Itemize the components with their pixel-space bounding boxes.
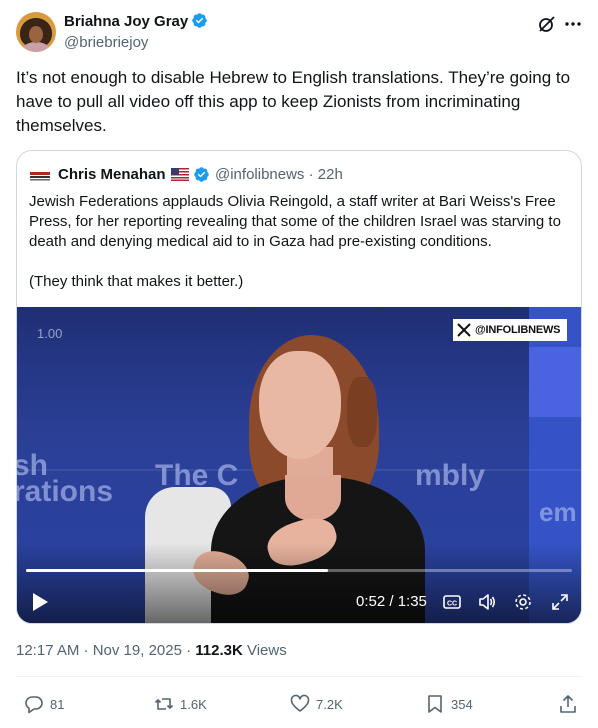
avatar-shoulder (22, 42, 50, 52)
tweet-meta: 12:17 AM · Nov 19, 2025 · 112.3K Views (16, 641, 287, 661)
author-avatar[interactable] (16, 12, 56, 52)
views-count: 112.3K (195, 642, 243, 659)
video-player[interactable]: sh rations The C mbly em 1.00 @INFOLIBNE… (17, 307, 581, 623)
quoted-paragraph: Jewish Federations applauds Olivia Reing… (29, 193, 561, 250)
share-icon (560, 695, 576, 713)
share-button[interactable] (558, 694, 578, 714)
author-name[interactable]: Briahna Joy Gray (64, 13, 188, 30)
repost-button[interactable]: 1.6K (154, 694, 207, 714)
fullscreen-icon[interactable] (550, 592, 570, 612)
repost-count: 1.6K (180, 696, 207, 712)
video-progress-bar[interactable] (26, 569, 572, 572)
avatar-face (29, 26, 43, 43)
reply-count: 81 (50, 696, 65, 712)
settings-gear-icon[interactable] (513, 592, 533, 612)
video-person-neckline (285, 475, 341, 521)
quoted-tweet[interactable]: Chris Menahan @infolibnews · 22h Jewish … (16, 150, 582, 624)
verified-badge-icon (192, 13, 207, 28)
divider (16, 676, 582, 677)
author-name-row[interactable]: Briahna Joy Gray (64, 12, 208, 32)
more-options-icon[interactable] (563, 14, 583, 34)
video-background-text: mbly (415, 459, 486, 492)
x-logo-icon (457, 323, 471, 337)
bookmark-button[interactable]: 354 (425, 694, 473, 714)
captions-icon[interactable]: CC (442, 592, 462, 612)
video-speed-label: 1.00 (37, 326, 63, 341)
quoted-avatar[interactable] (29, 167, 51, 185)
grok-icon[interactable] (537, 14, 557, 34)
video-background-screen-highlight (529, 347, 581, 417)
video-watermark: @INFOLIBNEWS (453, 319, 567, 341)
play-icon[interactable] (31, 592, 49, 612)
views-label: Views (242, 642, 287, 659)
us-flag-icon (171, 168, 189, 181)
reply-icon (25, 696, 43, 714)
quoted-paragraph: (They think that makes it better.) (29, 273, 244, 290)
svg-text:CC: CC (447, 601, 457, 608)
volume-icon[interactable] (477, 592, 497, 612)
tweet-text: It’s not enough to disable Hebrew to Eng… (16, 68, 571, 135)
video-progress-fill (26, 569, 329, 572)
like-count: 7.2K (316, 696, 343, 712)
tweet: Briahna Joy Gray @briebriejoy It’s not e… (0, 0, 598, 728)
quoted-handle-time[interactable]: @infolibnews · 22h (215, 164, 343, 186)
tweet-timestamp[interactable]: 12:17 AM · Nov 19, 2025 · (16, 642, 195, 659)
video-time: 0:52 / 1:35 (356, 593, 427, 610)
author-handle[interactable]: @briebriejoy (64, 33, 148, 53)
bookmark-count: 354 (451, 696, 473, 712)
video-watermark-text: @INFOLIBNEWS (475, 324, 561, 336)
video-person-ponytail (347, 377, 377, 447)
reply-button[interactable]: 81 (24, 694, 64, 714)
like-button[interactable]: 7.2K (290, 694, 343, 714)
video-person-face (259, 351, 341, 459)
video-background-text: em (539, 497, 577, 527)
video-background-text: rations (17, 475, 114, 508)
quoted-verified-badge-icon (194, 167, 209, 182)
quoted-tweet-text: Jewish Federations applauds Olivia Reing… (29, 192, 569, 292)
heart-icon (290, 694, 310, 712)
repost-icon (154, 698, 174, 710)
quoted-author-name[interactable]: Chris Menahan (58, 164, 166, 186)
bookmark-icon (428, 695, 442, 713)
